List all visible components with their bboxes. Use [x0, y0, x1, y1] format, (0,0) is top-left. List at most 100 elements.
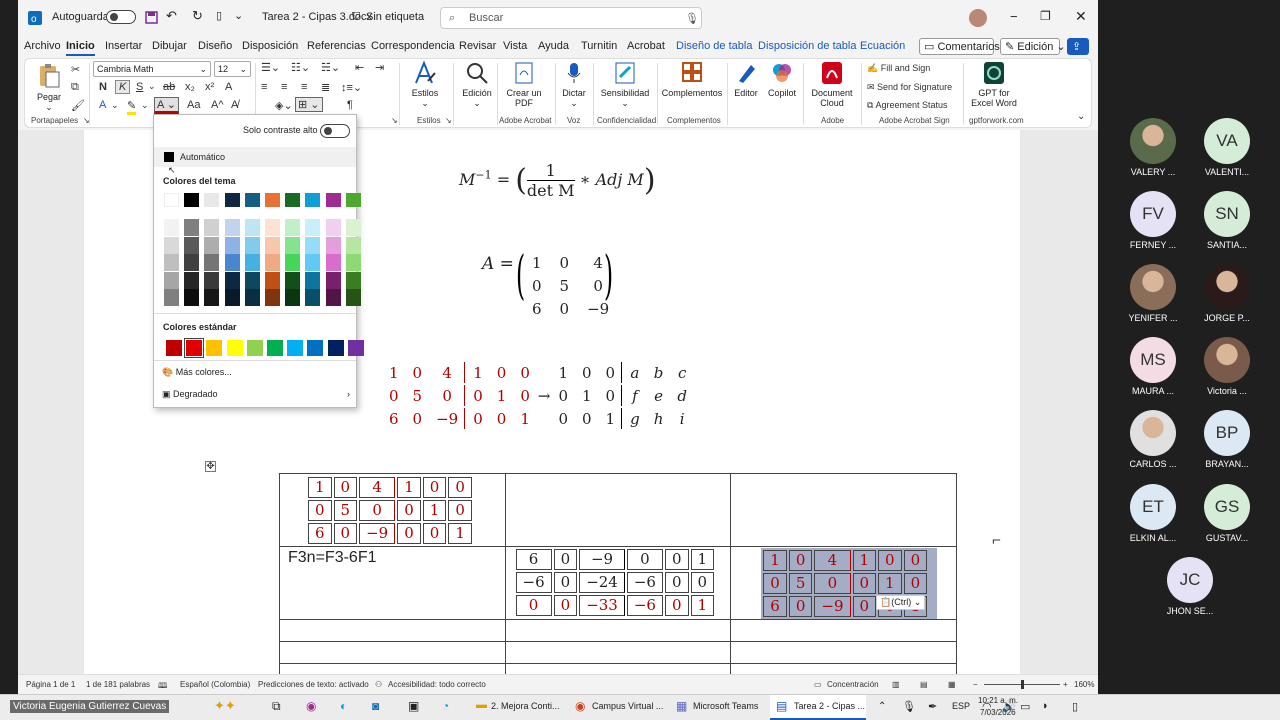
align-right-icon[interactable]: ≡ [301, 81, 307, 93]
menu-correspondencia[interactable]: Correspondencia [371, 40, 455, 52]
standard-color-swatch[interactable] [307, 340, 324, 356]
theme-shade-swatch[interactable] [164, 219, 179, 236]
theme-shade-swatch[interactable] [244, 219, 260, 236]
gpt-excel-button[interactable]: GPT for Excel Word [967, 61, 1021, 108]
participant-tile[interactable]: GS GUSTAV... [1192, 484, 1262, 543]
menu-dibujar[interactable]: Dibujar [152, 40, 187, 52]
sensitivity-button[interactable]: Sensibilidad ⌄ [597, 61, 653, 108]
theme-shade-swatch[interactable] [285, 219, 301, 236]
theme-shade-swatch[interactable] [325, 219, 341, 236]
styles-button[interactable]: Estilos ⌄ [405, 61, 445, 108]
editing-button[interactable]: Edición ⌄ [457, 61, 497, 108]
theme-shade-swatch[interactable] [345, 254, 361, 272]
participant-tile[interactable]: SN SANTIA... [1192, 191, 1262, 250]
file-icon[interactable]: ▯ [216, 9, 222, 22]
undo-icon[interactable]: ↶ [166, 8, 177, 24]
gradient-option[interactable]: ▣ Degradado › [162, 389, 352, 400]
table-move-handle[interactable]: ✥ [205, 461, 216, 472]
participant-tile[interactable]: Victoria ... [1192, 337, 1262, 396]
taskbar-item-word[interactable]: Tarea 2 - Cipas ... [794, 701, 865, 711]
battery-icon[interactable]: ▭ [1020, 700, 1030, 713]
menu-referencias[interactable]: Referencias [307, 40, 366, 52]
standard-color-swatch[interactable] [267, 340, 283, 356]
standard-color-swatch[interactable] [347, 340, 364, 356]
theme-shade-swatch[interactable] [204, 254, 220, 272]
word-icon[interactable]: ▤ [776, 699, 787, 713]
taskbar-item-teams[interactable]: Microsoft Teams [693, 701, 758, 711]
close-icon[interactable]: ✕ [1075, 8, 1087, 25]
theme-shade-swatch[interactable] [204, 236, 220, 254]
theme-shade-swatch[interactable] [204, 289, 220, 307]
input-language[interactable]: ESP [952, 701, 970, 711]
copilot-app-icon[interactable]: ◉ [306, 699, 316, 713]
accessibility-status[interactable]: Accesibilidad: todo correcto [388, 680, 486, 689]
language[interactable]: Español (Colombia) [180, 680, 250, 689]
file-explorer-icon[interactable]: ▬ [476, 699, 487, 711]
underline-icon[interactable]: S [136, 81, 143, 93]
restore-icon[interactable]: ❐ [1040, 9, 1051, 23]
menu-revisar[interactable]: Revisar [459, 40, 496, 52]
participant-tile[interactable]: VALERY ... [1118, 118, 1188, 177]
menu-ayuda[interactable]: Ayuda [538, 40, 569, 52]
theme-shade-swatch[interactable] [305, 289, 321, 307]
table-cell[interactable] [279, 641, 506, 664]
justify-icon[interactable]: ≣ [321, 81, 330, 94]
word-count[interactable]: 1 de 181 palabras [86, 680, 150, 689]
grow-font-icon[interactable]: A^ [211, 99, 224, 111]
font-name-select[interactable]: Cambria Math ⌄ [93, 61, 211, 77]
fill-sign-button[interactable]: ✍ Fill and Sign [867, 63, 930, 74]
dictate-button[interactable]: Dictar ⌄ [559, 61, 589, 108]
zoom-level[interactable]: 160% [1074, 680, 1094, 689]
chevron-up-icon[interactable]: ⌃ [878, 701, 886, 712]
theme-shade-swatch[interactable] [244, 236, 260, 254]
theme-shade-swatch[interactable] [325, 271, 341, 289]
redo-icon[interactable]: ↻ [192, 8, 203, 24]
table-cell[interactable] [279, 619, 506, 642]
menu-archivo[interactable]: Archivo [24, 40, 61, 52]
theme-shade-swatch[interactable] [345, 236, 361, 254]
editor-button[interactable]: Editor [731, 61, 761, 98]
clear-format-icon[interactable]: A̸ [231, 99, 238, 111]
share-button[interactable]: ⇪ [1067, 38, 1089, 55]
paste-options-button[interactable]: 📋(Ctrl) ⌄ [876, 595, 926, 610]
theme-shade-swatch[interactable] [325, 289, 341, 307]
multilevel-icon[interactable]: ☵⌄ [321, 61, 340, 74]
participant-tile[interactable]: JC JHON SE... [1155, 557, 1225, 616]
standard-color-swatch[interactable] [246, 340, 263, 356]
theme-shade-swatch[interactable] [305, 236, 321, 254]
theme-color-swatch[interactable] [345, 193, 361, 207]
comments-button[interactable]: ▭ Comentarios [919, 38, 1000, 55]
create-pdf-button[interactable]: Crear un PDF [503, 61, 545, 108]
theme-shade-swatch[interactable] [285, 271, 301, 289]
theme-color-swatch[interactable] [224, 193, 240, 207]
clock-time[interactable]: 10:21 a. m. [978, 696, 1018, 705]
pilcrow-icon[interactable]: ¶ [347, 99, 353, 111]
app-icon[interactable]: ◔ [442, 699, 449, 713]
participant-tile[interactable]: MS MAURA ... [1118, 337, 1188, 396]
app-icon[interactable]: ▣ [408, 699, 419, 713]
theme-shade-swatch[interactable] [224, 271, 240, 289]
theme-shade-swatch[interactable] [184, 219, 200, 236]
more-colors-option[interactable]: 🎨 Más colores... [162, 367, 232, 378]
text-effects-icon[interactable]: A [99, 99, 106, 111]
theme-shade-swatch[interactable] [224, 289, 240, 307]
participant-tile[interactable]: VA VALENTI... [1192, 118, 1262, 177]
theme-shade-swatch[interactable] [305, 254, 321, 272]
theme-shade-swatch[interactable] [204, 219, 220, 236]
participant-tile[interactable]: FV FERNEY ... [1118, 191, 1188, 250]
chevron-down-icon[interactable]: ⌄ [148, 81, 156, 92]
participant-tile[interactable]: JORGE P... [1192, 264, 1262, 323]
table-cell-4[interactable]: F3n=F3-6F1 [279, 546, 506, 620]
borders-icon[interactable]: ⊞ ⌄ [295, 97, 323, 112]
theme-shade-swatch[interactable] [164, 236, 179, 254]
notification-icon[interactable]: ◗ [1042, 700, 1049, 712]
theme-shade-swatch[interactable] [184, 271, 200, 289]
menu-turnitin[interactable]: Turnitin [581, 40, 617, 52]
menu-insertar[interactable]: Insertar [105, 40, 142, 52]
theme-shade-swatch[interactable] [265, 271, 280, 289]
read-mode-icon[interactable]: ▥ [892, 680, 900, 689]
theme-shade-swatch[interactable] [265, 289, 280, 307]
automatic-color-option[interactable]: Automático [154, 147, 356, 167]
highlight-icon[interactable]: ✎ [127, 99, 137, 115]
table-cell[interactable] [730, 641, 957, 664]
